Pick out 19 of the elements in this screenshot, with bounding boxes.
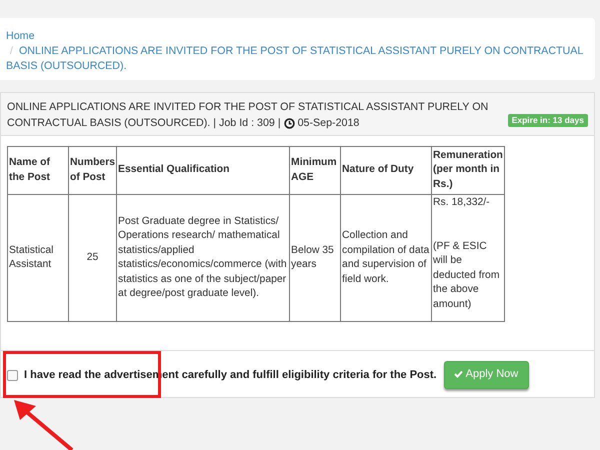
column-header: Minimum AGE (290, 146, 341, 194)
table-cell: Statistical Assistant (8, 194, 68, 322)
table-cell: Rs. 18,332/- (PF & ESIC will be deducted from the above amount) (432, 194, 505, 322)
table-cell: Below 35 years (290, 194, 341, 322)
column-header: Nature of Duty (340, 146, 432, 194)
table-cell: Collection and compilation of data and supervision of field work. (340, 194, 432, 322)
agreement-checkbox[interactable] (7, 370, 18, 380)
breadcrumb-link[interactable]: Home (6, 29, 587, 44)
annotation-arrow (12, 400, 74, 450)
expiry-badge: Expire in: 13 days (508, 114, 588, 127)
apply-now-button[interactable]: Apply Now (444, 361, 530, 389)
column-header: Essential Qualification (116, 146, 290, 194)
column-header: Numbers of Post (68, 146, 117, 194)
table-cell: 25 (68, 194, 117, 322)
check-icon (454, 370, 463, 378)
column-header: Name of the Post (8, 146, 68, 194)
table-cell: Post Graduate degree in Statistics/ Operations research/ mathematical statistics/applied statistics/economics/commerce (with statistics as one of the subject/paper at degree/post graduate level). (116, 194, 290, 322)
column-header: Remuneration (per month in Rs.) (432, 146, 505, 194)
breadcrumb-link[interactable]: / ONLINE APPLICATIONS ARE INVITED FOR THE POST OF STATISTICAL ASSISTANT PURELY ON CONTRACTUAL BASIS (OUTSOURCED). (6, 44, 587, 74)
